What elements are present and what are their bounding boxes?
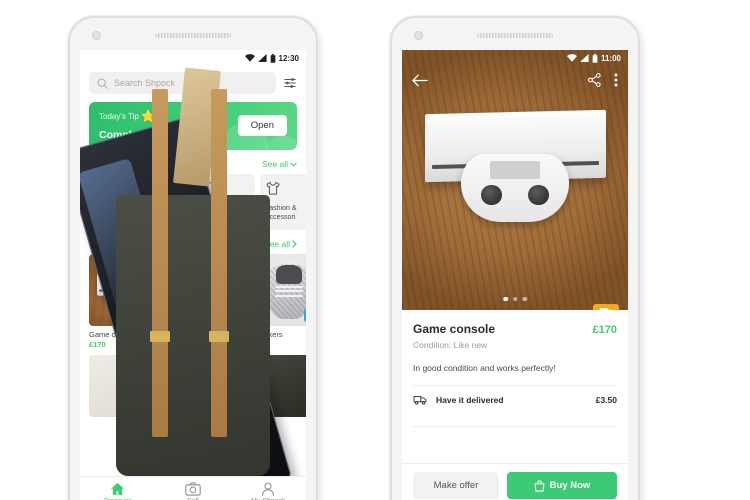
page-title: Game console (413, 322, 496, 336)
delivery-icon (304, 309, 306, 322)
volume-button[interactable] (638, 218, 640, 276)
divider (413, 426, 617, 427)
listing-details: Game console £170 Condition: Like new In… (402, 310, 628, 427)
home-icon (111, 482, 125, 495)
delivery-option-price: £3.50 (595, 395, 617, 405)
wifi-icon (566, 54, 577, 62)
back-arrow-icon[interactable] (412, 74, 428, 87)
more-vertical-icon[interactable] (614, 73, 618, 87)
carousel-dot[interactable] (522, 296, 527, 301)
front-camera (92, 31, 101, 40)
status-time-left: 12:30 (278, 53, 299, 63)
volume-button[interactable] (316, 218, 318, 276)
right-screen: 11:00 Game console £170 Condition: Like … (402, 50, 628, 500)
screenshot-stage: 12:30 Search Shpock Today's Tip ⭐ Open S… (0, 0, 750, 500)
hero-toolbar (402, 66, 628, 94)
listing-price: £170 (592, 324, 617, 336)
listing-action-bar: Make offer Buy Now (402, 463, 628, 500)
earpiece-speaker (155, 33, 231, 38)
left-screen: 12:30 Search Shpock Today's Tip ⭐ Open S… (80, 50, 306, 500)
chevron-right-icon (292, 240, 297, 248)
phone-right: 11:00 Game console £170 Condition: Like … (390, 16, 640, 500)
power-button[interactable] (316, 173, 318, 207)
delivery-option-label: Have it delivered (436, 395, 504, 405)
signal-icon (257, 54, 267, 62)
controller-shape (460, 154, 570, 222)
person-icon (262, 482, 275, 496)
sneaker-shape (264, 264, 306, 319)
categories-see-all[interactable]: See all (262, 159, 297, 169)
buy-now-label: Buy Now (549, 480, 591, 491)
phone-left: 12:30 Search Shpock Today's Tip ⭐ Open S… (68, 16, 318, 500)
tshirt-icon (265, 181, 306, 198)
listing-description: In good condition and works perfectly! (413, 363, 556, 373)
delivery-truck-icon (413, 396, 427, 405)
signal-icon (580, 54, 589, 62)
make-offer-button[interactable]: Make offer (413, 472, 499, 499)
filter-sliders-icon[interactable] (283, 76, 297, 90)
earpiece-speaker (477, 33, 553, 38)
buy-now-button[interactable]: Buy Now (506, 472, 617, 499)
wifi-icon (244, 54, 255, 62)
categories-see-all-label: See all (262, 159, 288, 169)
sidebar-item-sell[interactable]: Sell (155, 481, 230, 500)
tip-open-button[interactable]: Open (237, 115, 287, 136)
title-price-row: Game console £170 (413, 322, 617, 336)
listing-condition: Condition: Like new (413, 340, 488, 350)
sidebar-item-my-shpock[interactable]: My Shpock (231, 482, 306, 500)
status-bar-right: 11:00 (402, 50, 628, 66)
search-icon (97, 78, 108, 89)
battery-icon (270, 53, 275, 63)
status-bar-left: 12:30 (80, 50, 306, 66)
chevron-down-icon (290, 162, 297, 167)
share-icon[interactable] (588, 73, 601, 87)
sidebar-item-discover[interactable]: Discover (80, 482, 155, 500)
carousel-dot[interactable] (512, 296, 518, 301)
front-camera (414, 31, 423, 40)
category-label: Fashion & Accessori (265, 205, 297, 222)
grid-item-backpack[interactable] (116, 67, 306, 476)
battery-icon (592, 53, 598, 63)
carousel-dot[interactable] (503, 296, 508, 301)
shopping-bag-icon (534, 479, 545, 492)
camera-icon (185, 481, 201, 496)
bottom-navigation: Discover Sell My Shpock (80, 476, 306, 500)
delivery-option-row[interactable]: Have it delivered £3.50 (413, 386, 617, 414)
tip-eyebrow: Today's Tip (99, 111, 139, 121)
search-placeholder: Search Shpock (114, 78, 176, 88)
status-time-right: 11:00 (600, 53, 621, 63)
listing-hero-image[interactable]: 11:00 (402, 50, 628, 310)
product-grid[interactable] (80, 67, 306, 500)
power-button[interactable] (638, 173, 640, 207)
carousel-dots[interactable] (503, 296, 527, 301)
delivery-truck-icon (593, 304, 619, 310)
